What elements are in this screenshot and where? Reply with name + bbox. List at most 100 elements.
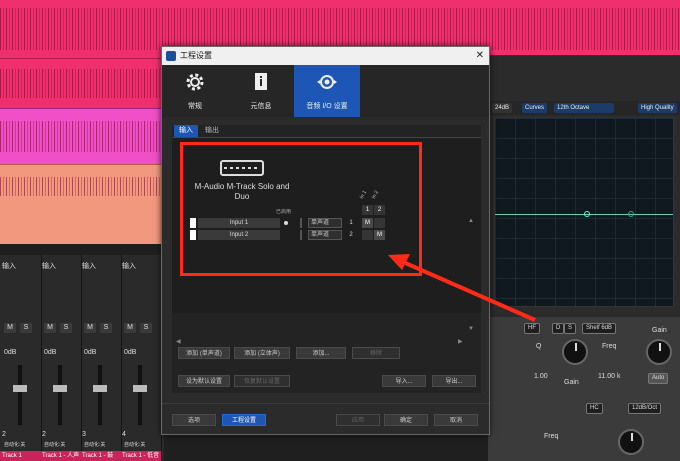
eq-graph[interactable]	[494, 117, 674, 307]
add-stereo-button[interactable]: 添加 (立体声)	[234, 347, 290, 359]
auto-button[interactable]: Auto	[648, 373, 669, 384]
tab-audio-io[interactable]: 音频 I/O 设置	[294, 65, 360, 117]
input-label: 输入	[82, 263, 96, 270]
app-icon	[166, 51, 176, 61]
track-number: 2	[2, 431, 6, 438]
dialog-titlebar[interactable]: 工程设置 ✕	[162, 47, 489, 65]
automation-label[interactable]: 自动化:关	[44, 441, 65, 448]
track-number: 2	[42, 431, 46, 438]
input-label: 输入	[122, 263, 136, 270]
tab-general-label: 常规	[188, 103, 202, 110]
add-mono-button[interactable]: 添加 (单声道)	[178, 347, 230, 359]
eq-node[interactable]	[584, 211, 590, 217]
hc-label[interactable]: HC	[586, 403, 603, 414]
volume-fader[interactable]	[53, 365, 67, 425]
audio-io-icon	[317, 75, 337, 89]
mute-button[interactable]: M	[4, 323, 16, 333]
automation-label[interactable]: 自动化:关	[4, 441, 25, 448]
channel-strip[interactable]: 输入 MS 0dB 3 自动化:关 Track 1 - 鼓	[80, 255, 122, 461]
freq-lower-label: Freq	[544, 433, 559, 440]
eq-range-chip[interactable]: 24dB	[492, 103, 513, 113]
scroll-up-icon[interactable]: ▲	[468, 218, 474, 224]
automation-label[interactable]: 自动化:关	[84, 441, 105, 448]
eq-toolbar: 24dB Curves 12th Octave High Quality	[488, 101, 680, 115]
audio-io-content: 输入 输出 M-Audio M-Track Solo and Duo 已启用 I…	[172, 125, 481, 393]
track-name[interactable]: Track 1 - 人声	[40, 451, 81, 461]
dialog-title: 工程设置	[180, 51, 212, 60]
mixer: 输入 MS 0dB 2 自动化:关 Track 1 输入 MS 0dB 2 自动…	[0, 255, 164, 461]
remove-button[interactable]: 移除	[352, 347, 400, 359]
track-number: 3	[82, 431, 86, 438]
track-name[interactable]: Track 1 - 鼓	[80, 451, 121, 461]
scroll-right-icon[interactable]: ▶	[458, 338, 463, 345]
eq-curves-chip[interactable]: Curves	[522, 103, 548, 113]
freq-value: 11.00 k	[598, 373, 621, 380]
volume-db: 0dB	[84, 349, 97, 356]
solo-button[interactable]: S	[140, 323, 152, 333]
eq-octave-chip[interactable]: 12th Octave	[554, 103, 614, 113]
track-name[interactable]: Track 1 - 低音	[120, 451, 161, 461]
q-label: Q	[536, 343, 542, 350]
input-label: 输入	[42, 263, 56, 270]
q-value: 1.00	[534, 373, 548, 380]
band-hf-label[interactable]: HF	[524, 323, 540, 334]
channel-strip[interactable]: 输入 MS 0dB 2 自动化:关 Track 1 - 人声	[40, 255, 82, 461]
volume-db: 0dB	[44, 349, 57, 356]
shelf-type-select[interactable]: Shelf 6dB	[582, 323, 617, 334]
band-s-button[interactable]: S	[564, 323, 577, 334]
cancel-button[interactable]: 取消	[434, 414, 478, 426]
gain-label: Gain	[652, 327, 667, 334]
hc-freq-knob[interactable]	[618, 429, 644, 455]
mute-button[interactable]: M	[44, 323, 56, 333]
tab-general[interactable]: 常规	[162, 65, 228, 117]
band-d-button[interactable]: D	[552, 323, 565, 334]
scroll-left-icon[interactable]: ◀	[176, 338, 181, 345]
eq-node[interactable]	[628, 211, 634, 217]
input-label: 输入	[2, 263, 16, 270]
mute-button[interactable]: M	[84, 323, 96, 333]
gain-sub-label: Gain	[564, 379, 579, 386]
channel-strip[interactable]: 输入 MS 0dB 4 自动化:关 Track 1 - 低音	[120, 255, 162, 461]
import-button[interactable]: 导入...	[382, 375, 426, 387]
tab-inputs[interactable]: 输入	[174, 125, 198, 137]
settings-nav: 常规 元信息 音频 I/O 设置	[162, 65, 489, 117]
track-number: 4	[122, 431, 126, 438]
volume-db: 0dB	[4, 349, 17, 356]
annotation-highlight-box	[180, 142, 422, 276]
scroll-down-icon[interactable]: ▼	[468, 326, 474, 332]
ok-button[interactable]: 确定	[384, 414, 428, 426]
volume-fader[interactable]	[133, 365, 147, 425]
slope-select[interactable]: 12dB/Oct	[628, 403, 662, 414]
info-icon	[255, 73, 267, 90]
tab-outputs[interactable]: 输出	[200, 125, 224, 137]
solo-button[interactable]: S	[60, 323, 72, 333]
project-settings-dialog: 工程设置 ✕ 常规 元信息 音频 I/O 设置 输入 输出 M-Audio M-…	[161, 46, 490, 435]
set-default-button[interactable]: 设为默认设置	[178, 375, 230, 387]
solo-button[interactable]: S	[20, 323, 32, 333]
volume-db: 0dB	[124, 349, 137, 356]
project-settings-button[interactable]: 工程设置	[222, 414, 266, 426]
restore-default-button[interactable]: 恢复默认设置	[234, 375, 290, 387]
apply-button[interactable]: 应用	[336, 414, 380, 426]
output-gain-knob[interactable]	[646, 339, 672, 365]
track-name[interactable]: Track 1	[0, 451, 41, 461]
channel-strip[interactable]: 输入 MS 0dB 2 自动化:关 Track 1	[0, 255, 42, 461]
io-matrix: M-Audio M-Track Solo and Duo 已启用 In 1 In…	[172, 137, 481, 345]
options-button[interactable]: 选项	[172, 414, 216, 426]
eq-quality-chip[interactable]: High Quality	[638, 103, 677, 113]
eq-controls: HF D S Shelf 6dB Gain Q Freq 1.00 Gain 1…	[488, 317, 680, 461]
mute-button[interactable]: M	[124, 323, 136, 333]
export-button[interactable]: 导出...	[432, 375, 476, 387]
tab-metadata-label: 元信息	[250, 103, 272, 110]
volume-fader[interactable]	[13, 365, 27, 425]
automation-label[interactable]: 自动化:关	[124, 441, 145, 448]
gain-knob[interactable]	[562, 339, 588, 365]
tab-audio-io-label: 音频 I/O 设置	[306, 103, 348, 110]
volume-fader[interactable]	[93, 365, 107, 425]
eq-panel: 24dB Curves 12th Octave High Quality HF …	[488, 55, 680, 461]
dialog-footer: 选项 工程设置 应用 确定 取消	[162, 403, 489, 434]
solo-button[interactable]: S	[100, 323, 112, 333]
tab-metadata[interactable]: 元信息	[228, 65, 294, 117]
add-custom-button[interactable]: 添加...	[296, 347, 346, 359]
close-icon[interactable]: ✕	[476, 49, 484, 62]
